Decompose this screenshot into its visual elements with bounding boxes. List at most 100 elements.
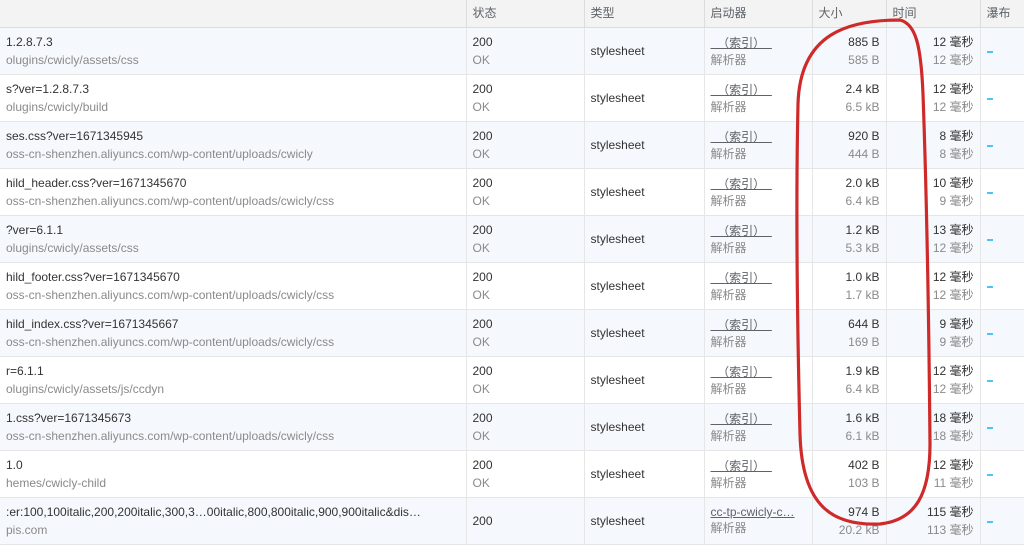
- table-row[interactable]: hild_header.css?ver=1671345670oss-cn-she…: [0, 169, 1024, 216]
- cell-time: 12 毫秒12 毫秒: [886, 75, 980, 122]
- time-latency: 9 毫秒: [893, 333, 974, 351]
- status-text: OK: [473, 380, 578, 398]
- cell-name[interactable]: hild_footer.css?ver=1671345670oss-cn-she…: [0, 263, 466, 310]
- initiator-link[interactable]: （索引）: [711, 222, 806, 239]
- resource-type: stylesheet: [591, 42, 698, 60]
- col-header-initiator[interactable]: 启动器: [704, 0, 812, 28]
- size-transfer: 1.0 kB: [819, 268, 880, 286]
- col-header-name[interactable]: [0, 0, 466, 28]
- cell-name[interactable]: 1.css?ver=1671345673oss-cn-shenzhen.aliy…: [0, 404, 466, 451]
- cell-name[interactable]: s?ver=1.2.8.7.3olugins/cwicly/build: [0, 75, 466, 122]
- table-row[interactable]: 1.2.8.7.3olugins/cwicly/assets/css200OKs…: [0, 28, 1024, 75]
- status-code: 200: [473, 174, 578, 192]
- time-latency: 12 毫秒: [893, 286, 974, 304]
- waterfall-bar-icon: [987, 51, 993, 53]
- request-name: ses.css?ver=1671345945: [6, 127, 460, 145]
- initiator-link[interactable]: （索引）: [711, 128, 806, 145]
- request-path: oss-cn-shenzhen.aliyuncs.com/wp-content/…: [6, 427, 460, 445]
- time-latency: 12 毫秒: [893, 239, 974, 257]
- cell-status: 200OK: [466, 75, 584, 122]
- cell-name[interactable]: ?ver=6.1.1olugins/cwicly/assets/css: [0, 216, 466, 263]
- resource-type: stylesheet: [591, 183, 698, 201]
- table-row[interactable]: ses.css?ver=1671345945oss-cn-shenzhen.al…: [0, 122, 1024, 169]
- cell-name[interactable]: hild_header.css?ver=1671345670oss-cn-she…: [0, 169, 466, 216]
- time-latency: 113 毫秒: [893, 521, 974, 539]
- initiator-link[interactable]: （索引）: [711, 81, 806, 98]
- status-text: OK: [473, 145, 578, 163]
- cell-name[interactable]: r=6.1.1olugins/cwicly/assets/js/ccdyn: [0, 357, 466, 404]
- cell-name[interactable]: 1.2.8.7.3olugins/cwicly/assets/css: [0, 28, 466, 75]
- cell-size: 402 B103 B: [812, 451, 886, 498]
- status-code: 200: [473, 80, 578, 98]
- size-resource: 103 B: [819, 474, 880, 492]
- resource-type: stylesheet: [591, 277, 698, 295]
- request-path: hemes/cwicly-child: [6, 474, 460, 492]
- cell-status: 200OK: [466, 169, 584, 216]
- col-header-status[interactable]: 状态: [466, 0, 584, 28]
- cell-type: stylesheet: [584, 498, 704, 545]
- size-resource: 1.7 kB: [819, 286, 880, 304]
- initiator-link[interactable]: （索引）: [711, 410, 806, 427]
- initiator-parser: 解析器: [711, 51, 806, 69]
- table-row[interactable]: r=6.1.1olugins/cwicly/assets/js/ccdyn200…: [0, 357, 1024, 404]
- initiator-link[interactable]: （索引）: [711, 269, 806, 286]
- cell-status: 200OK: [466, 451, 584, 498]
- cell-name[interactable]: ses.css?ver=1671345945oss-cn-shenzhen.al…: [0, 122, 466, 169]
- cell-name[interactable]: 1.0hemes/cwicly-child: [0, 451, 466, 498]
- waterfall-bar-icon: [987, 98, 993, 100]
- request-path: olugins/cwicly/assets/css: [6, 239, 460, 257]
- cell-size: 1.0 kB1.7 kB: [812, 263, 886, 310]
- network-table: 状态 类型 启动器 大小 时间 瀑布 1.2.8.7.3olugins/cwic…: [0, 0, 1024, 545]
- col-header-time[interactable]: 时间: [886, 0, 980, 28]
- initiator-link[interactable]: （索引）: [711, 316, 806, 333]
- size-transfer: 1.9 kB: [819, 362, 880, 380]
- waterfall-bar-icon: [987, 427, 993, 429]
- table-row[interactable]: hild_index.css?ver=1671345667oss-cn-shen…: [0, 310, 1024, 357]
- cell-initiator: （索引） 解析器: [704, 169, 812, 216]
- cell-initiator: （索引） 解析器: [704, 122, 812, 169]
- cell-initiator: cc-tp-cwicly-c…解析器: [704, 498, 812, 545]
- time-total: 12 毫秒: [893, 33, 974, 51]
- cell-time: 12 毫秒12 毫秒: [886, 357, 980, 404]
- initiator-link[interactable]: cc-tp-cwicly-c…: [711, 505, 806, 519]
- initiator-link[interactable]: （索引）: [711, 175, 806, 192]
- cell-status: 200OK: [466, 357, 584, 404]
- col-header-size[interactable]: 大小: [812, 0, 886, 28]
- waterfall-bar-icon: [987, 380, 993, 382]
- size-resource: 6.4 kB: [819, 192, 880, 210]
- col-header-type[interactable]: 类型: [584, 0, 704, 28]
- table-row[interactable]: s?ver=1.2.8.7.3olugins/cwicly/build200OK…: [0, 75, 1024, 122]
- status-code: 200: [473, 315, 578, 333]
- table-row[interactable]: hild_footer.css?ver=1671345670oss-cn-she…: [0, 263, 1024, 310]
- cell-type: stylesheet: [584, 216, 704, 263]
- initiator-parser: 解析器: [711, 239, 806, 257]
- request-path: olugins/cwicly/build: [6, 98, 460, 116]
- status-text: OK: [473, 98, 578, 116]
- table-row[interactable]: ?ver=6.1.1olugins/cwicly/assets/css200OK…: [0, 216, 1024, 263]
- time-latency: 12 毫秒: [893, 51, 974, 69]
- time-total: 12 毫秒: [893, 80, 974, 98]
- time-latency: 18 毫秒: [893, 427, 974, 445]
- cell-initiator: （索引） 解析器: [704, 310, 812, 357]
- cell-waterfall: [980, 310, 1024, 357]
- initiator-link[interactable]: （索引）: [711, 457, 806, 474]
- cell-initiator: （索引） 解析器: [704, 451, 812, 498]
- request-name: r=6.1.1: [6, 362, 460, 380]
- table-row[interactable]: 1.css?ver=1671345673oss-cn-shenzhen.aliy…: [0, 404, 1024, 451]
- table-row[interactable]: 1.0hemes/cwicly-child200OKstylesheet （索引…: [0, 451, 1024, 498]
- initiator-link[interactable]: （索引）: [711, 363, 806, 380]
- cell-name[interactable]: hild_index.css?ver=1671345667oss-cn-shen…: [0, 310, 466, 357]
- status-code: 200: [473, 268, 578, 286]
- resource-type: stylesheet: [591, 136, 698, 154]
- table-row[interactable]: :er:100,100italic,200,200italic,300,3…00…: [0, 498, 1024, 545]
- cell-name[interactable]: :er:100,100italic,200,200italic,300,3…00…: [0, 498, 466, 545]
- request-name: 1.2.8.7.3: [6, 33, 460, 51]
- waterfall-bar-icon: [987, 521, 993, 523]
- initiator-link[interactable]: （索引）: [711, 34, 806, 51]
- time-latency: 8 毫秒: [893, 145, 974, 163]
- time-total: 13 毫秒: [893, 221, 974, 239]
- cell-time: 12 毫秒11 毫秒: [886, 451, 980, 498]
- col-header-waterfall[interactable]: 瀑布: [980, 0, 1024, 28]
- cell-initiator: （索引） 解析器: [704, 75, 812, 122]
- request-name: s?ver=1.2.8.7.3: [6, 80, 460, 98]
